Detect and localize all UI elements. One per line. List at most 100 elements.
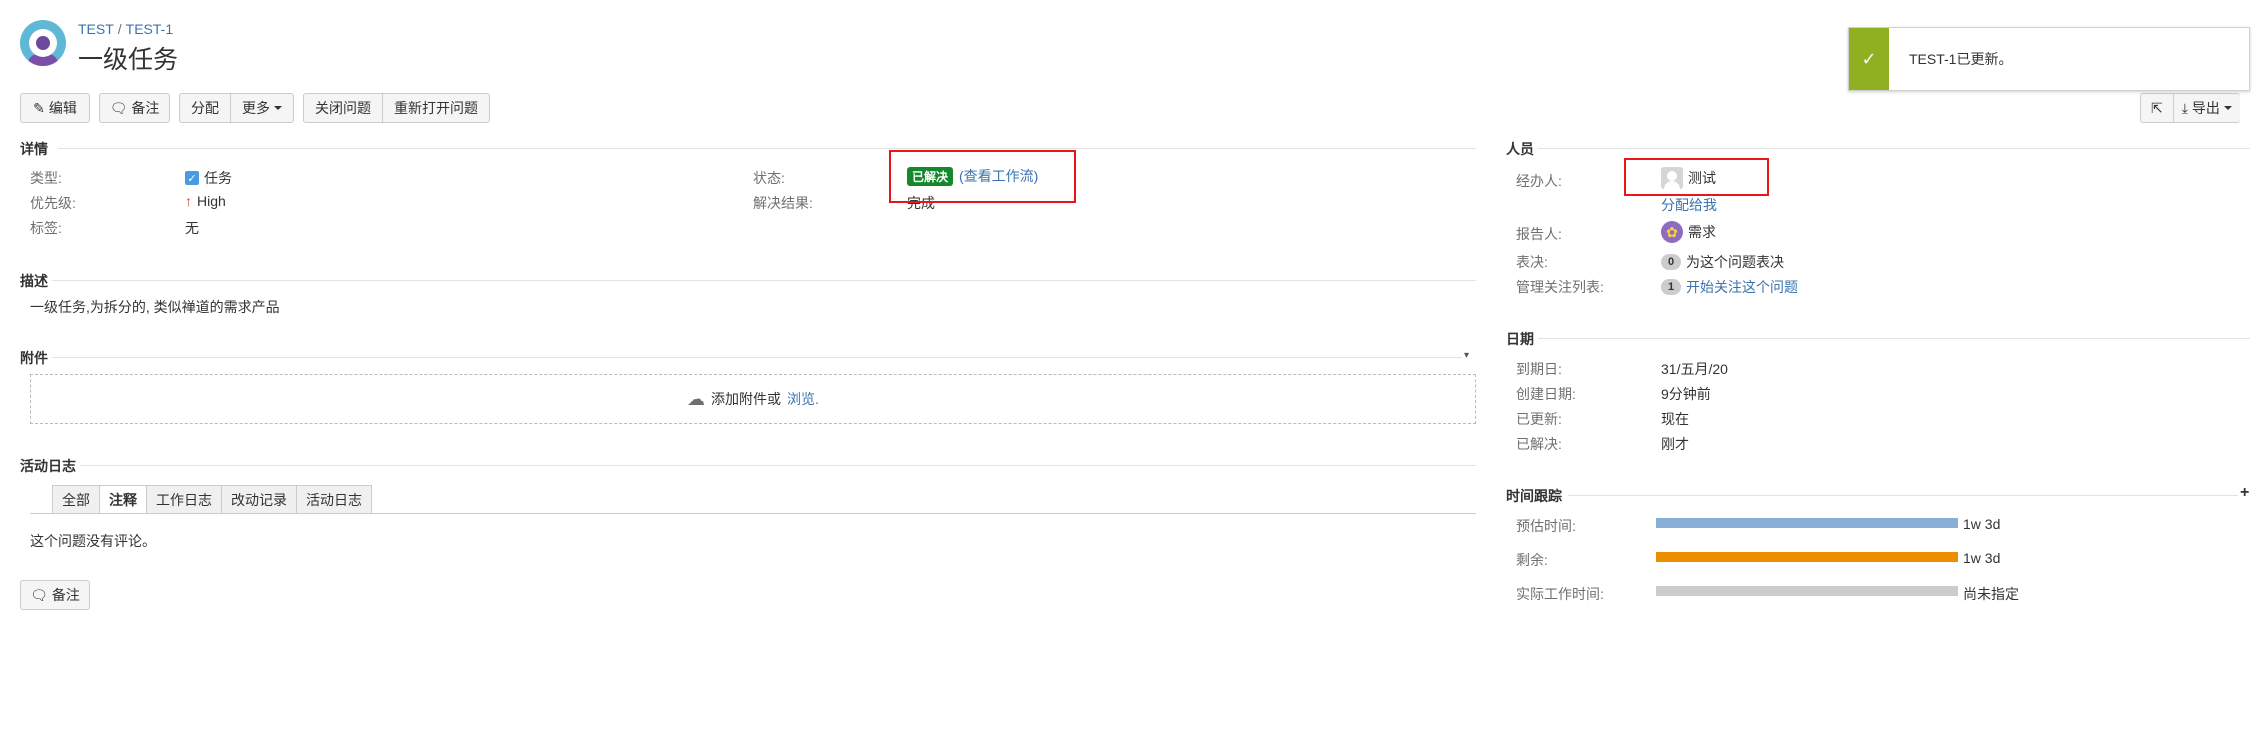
success-notification: ✓ TEST-1已更新。 [1848,27,2250,91]
assign-button-label: 分配 [191,100,219,116]
due-date-label: 到期日: [1516,361,1562,377]
chevron-down-icon [274,106,282,110]
resolved-label: 已解决: [1516,436,1562,452]
resolved-value: 刚才 [1661,436,1689,452]
reporter-value[interactable]: ✿ 需求 [1661,221,1716,243]
type-value: ✓ 任务 [185,168,232,188]
description-header[interactable]: 描述 [20,271,48,291]
close-issue-button[interactable]: 关闭问题 [303,93,383,123]
description-text[interactable]: 一级任务,为拆分的, 类似禅道的需求产品 [30,297,280,317]
comment-button-label: 备注 [131,100,160,116]
attachments-options-chevron-icon[interactable]: ▾ [1464,350,1469,361]
flower-avatar-icon: ✿ [1661,221,1683,243]
created-value: 9分钟前 [1661,386,1711,402]
reporter-label: 报告人: [1516,226,1562,242]
details-header[interactable]: 详情 [20,139,48,159]
tabs-baseline [30,513,1476,514]
breadcrumb-separator: / [117,21,122,37]
remaining-bar-fill [1656,552,1958,562]
assignee-label: 经办人: [1516,173,1562,189]
highlight-box-status [889,150,1076,203]
browse-link[interactable]: 浏览. [787,389,819,409]
logged-bar-track [1656,586,1958,596]
time-tracking-header[interactable]: 时间跟踪 [1506,486,1562,506]
tab-all[interactable]: 全部 [52,485,100,513]
reopen-issue-button[interactable]: 重新打开问题 [382,93,490,123]
created-label: 创建日期: [1516,386,1576,402]
estimated-bar-fill [1656,518,1958,528]
status-label: 状态: [753,170,785,186]
activity-header[interactable]: 活动日志 [20,456,76,476]
checkmark-icon: ✓ [1861,48,1877,69]
estimated-value: 1w 3d [1963,516,2001,532]
tab-comments[interactable]: 注释 [99,485,147,514]
bottom-comment-button-label: 备注 [51,587,80,603]
breadcrumb-issue-link[interactable]: TEST-1 [126,21,173,37]
labels-label: 标签: [30,220,62,236]
export-icon: ⤓ [2181,99,2188,116]
assign-to-me-link[interactable]: 分配给我 [1661,195,1717,215]
workflow-group: 关闭问题 重新打开问题 [303,93,490,123]
activity-tabs: 全部 注释 工作日志 改动记录 活动日志 [52,485,372,514]
issue-title[interactable]: 一级任务 [78,40,178,76]
due-date-value: 31/五月/20 [1661,361,1728,377]
updated-label: 已更新: [1516,411,1562,427]
plus-icon[interactable]: + [2240,484,2249,502]
dates-header[interactable]: 日期 [1506,329,1534,349]
tab-history[interactable]: 改动记录 [221,485,297,513]
notification-message: TEST-1已更新。 [1909,51,2013,67]
share-icon: ⇱ [2151,99,2163,116]
priority-value-text: High [197,193,226,209]
details-divider [58,148,1476,149]
reporter-name: 需求 [1688,224,1716,240]
start-watching-link[interactable]: 开始关注这个问题 [1686,277,1798,297]
type-label: 类型: [30,170,62,186]
chevron-down-icon [2223,106,2232,110]
edit-button-label: 编辑 [48,100,77,116]
assign-button[interactable]: 分配 [179,93,231,123]
upload-cloud-icon: ☁ [687,388,706,409]
export-button[interactable]: ⤓ 导出 [2172,93,2240,123]
priority-value: ↑ High [185,193,226,209]
priority-label: 优先级: [30,195,76,211]
pencil-icon: ✎ [33,99,45,116]
breadcrumb-project-link[interactable]: TEST [78,21,114,37]
more-button-label: 更多 [242,100,270,116]
updated-value: 现在 [1661,411,1689,427]
project-avatar[interactable] [20,20,66,66]
watchers-count-badge[interactable]: 1 [1661,279,1681,295]
priority-high-arrow-icon: ↑ [185,193,192,209]
close-issue-label: 关闭问题 [315,100,371,116]
votes-value: 0 为这个问题表决 [1661,252,1784,272]
right-toolbar: ⇱ ⤓ 导出 [2140,93,2240,123]
watchers-value: 1 开始关注这个问题 [1661,277,1798,297]
remaining-bar-track [1656,552,1958,562]
activity-divider [80,465,1476,466]
share-button[interactable]: ⇱ [2140,93,2174,123]
tab-work-log[interactable]: 工作日志 [146,485,222,513]
edit-button[interactable]: ✎ 编辑 [20,93,90,123]
labels-value[interactable]: 无 [185,218,199,238]
more-button[interactable]: 更多 [230,93,294,123]
comment-icon: 🗨 [30,586,48,603]
add-attachment-text: 添加附件或 [711,391,782,407]
highlight-box-assignee [1624,158,1769,196]
remaining-value: 1w 3d [1963,550,2001,566]
resolution-label: 解决结果: [753,195,813,211]
people-divider [1538,148,2250,149]
reopen-issue-label: 重新打开问题 [394,100,478,116]
comment-button[interactable]: 🗨 备注 [99,93,170,123]
votes-label: 表决: [1516,254,1548,270]
bottom-comment-button[interactable]: 🗨 备注 [20,580,90,610]
people-header[interactable]: 人员 [1506,139,1534,159]
logged-label: 实际工作时间: [1516,586,1604,602]
assign-more-group: 分配 更多 [179,93,294,123]
attachments-header[interactable]: 附件 [20,348,48,368]
logged-value: 尚未指定 [1963,586,2019,602]
estimated-label: 预估时间: [1516,518,1576,534]
votes-text: 为这个问题表决 [1686,254,1784,270]
attachments-divider [52,357,1462,358]
success-bar: ✓ [1849,28,1889,90]
attachment-drop-zone[interactable]: ☁ 添加附件或 浏览. [30,374,1476,424]
tab-activity[interactable]: 活动日志 [296,485,372,513]
